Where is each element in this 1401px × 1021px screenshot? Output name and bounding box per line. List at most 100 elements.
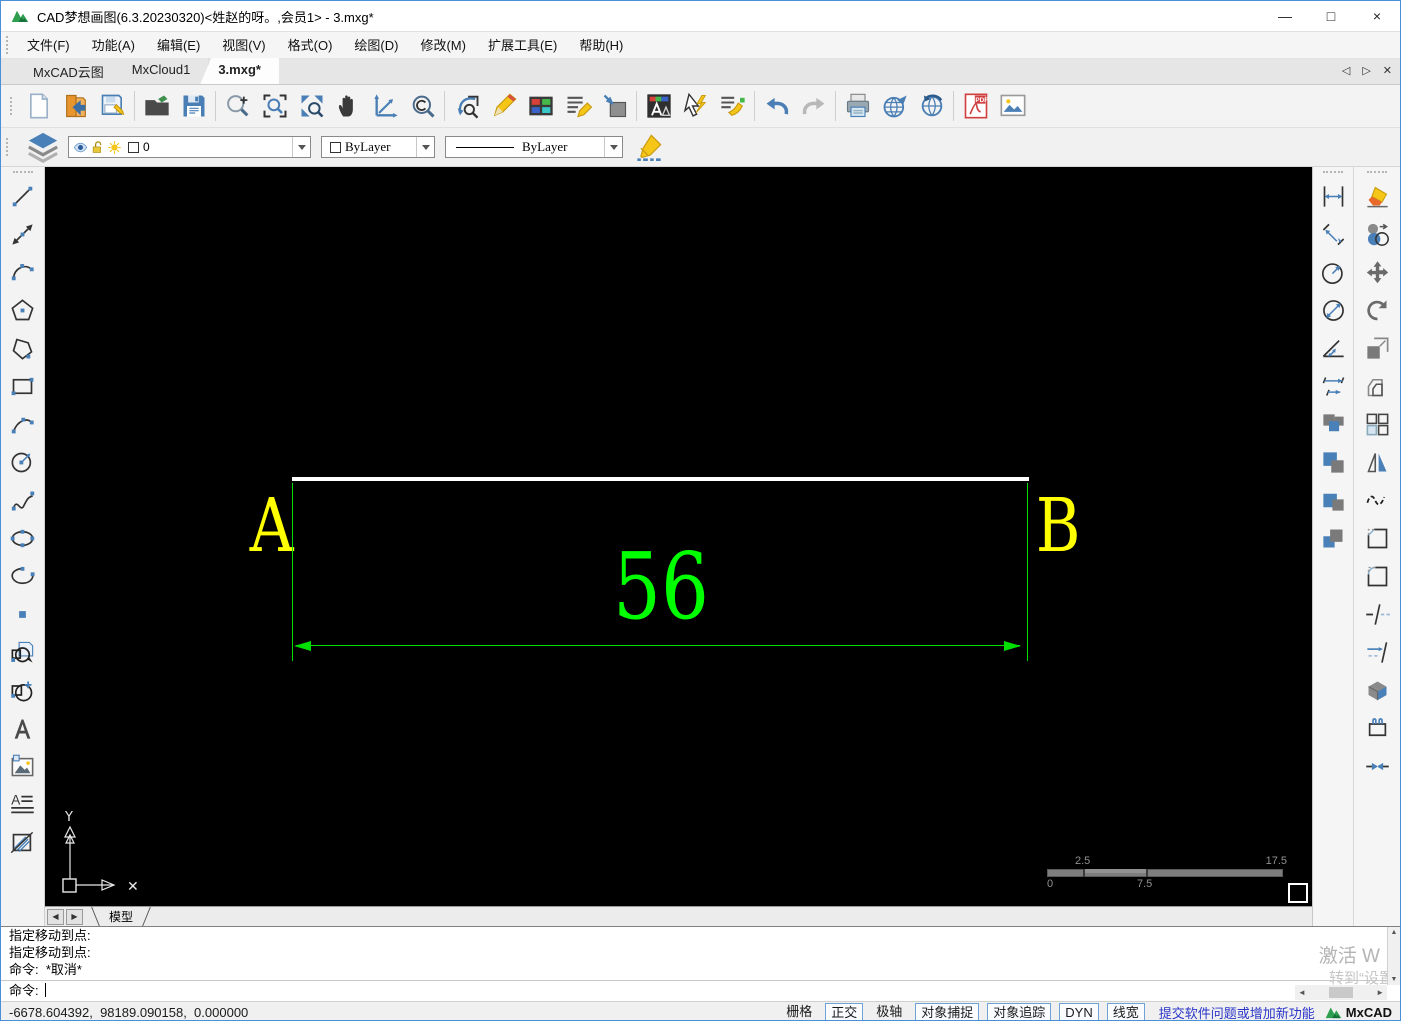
command-window[interactable]: 指定移动到点: 指定移动到点: 命令: *取消* 命令: 激活 W 转到“设置 ▲ ▼…	[1, 926, 1400, 1001]
close-button[interactable]: ×	[1354, 1, 1400, 31]
new-file-icon[interactable]	[20, 88, 57, 125]
status-toggle-线宽[interactable]: 线宽	[1106, 1003, 1145, 1020]
tab-close-icon[interactable]: ✕	[1383, 64, 1392, 77]
dimension-value-text[interactable]: 56	[571, 541, 751, 633]
text-style-icon[interactable]	[640, 88, 677, 125]
status-toggle-极轴[interactable]: 极轴	[871, 1003, 907, 1020]
minimize-button[interactable]: —	[1262, 1, 1308, 31]
move-icon[interactable]	[1358, 253, 1396, 291]
linetype-dropdown-arrow-icon[interactable]	[604, 137, 622, 157]
open-drawing-icon[interactable]	[57, 88, 94, 125]
web-publish-icon[interactable]	[876, 88, 913, 125]
draw-text-icon[interactable]	[3, 709, 43, 747]
menu-item[interactable]: 编辑(E)	[146, 34, 211, 57]
feedback-link[interactable]: 提交软件问题或增加新功能	[1159, 1003, 1315, 1021]
draw-arc3p-icon[interactable]	[3, 405, 43, 443]
save-as-icon[interactable]	[175, 88, 212, 125]
insert-block-icon[interactable]	[3, 633, 43, 671]
maximize-button[interactable]: □	[1308, 1, 1354, 31]
point-label-a[interactable]: A	[250, 489, 294, 563]
zoom-scale-icon[interactable]	[367, 88, 404, 125]
unlock-icon[interactable]	[90, 140, 105, 155]
redo-icon[interactable]	[795, 88, 832, 125]
draw-rectangle-icon[interactable]	[3, 367, 43, 405]
draw-ellipse-arc-icon[interactable]	[3, 557, 43, 595]
spline-edit-icon[interactable]	[1358, 481, 1396, 519]
tab-scroll-left-icon[interactable]: ◁	[1342, 64, 1350, 77]
dimension-line[interactable]	[296, 645, 1020, 646]
document-tab[interactable]: MxCAD云图	[15, 58, 122, 84]
match-properties-icon[interactable]	[714, 88, 751, 125]
insert-image-icon[interactable]	[994, 88, 1031, 125]
copy-icon[interactable]	[1358, 215, 1396, 253]
draw-xline-icon[interactable]	[3, 215, 43, 253]
model-next-icon[interactable]: ▶	[66, 908, 83, 925]
menu-item[interactable]: 帮助(H)	[568, 34, 634, 57]
dim-diameter-icon[interactable]	[1314, 291, 1352, 329]
pencil-edit-icon[interactable]	[485, 88, 522, 125]
command-prompt-line[interactable]: 命令:	[1, 981, 1400, 1000]
draw-hatch-icon[interactable]	[3, 823, 43, 861]
scale-icon[interactable]	[1358, 329, 1396, 367]
array-icon[interactable]	[1358, 405, 1396, 443]
status-toggle-栅格[interactable]: 栅格	[781, 1003, 817, 1020]
pencil-lineweight-icon[interactable]	[635, 133, 663, 162]
document-tab[interactable]: MxCloud1	[113, 58, 209, 84]
dim-aligned-icon[interactable]	[1314, 215, 1352, 253]
layer-dropdown-arrow-icon[interactable]	[292, 137, 310, 157]
layer-box-icon[interactable]	[596, 88, 633, 125]
draw-circle-icon[interactable]	[3, 443, 43, 481]
pan-icon[interactable]	[330, 88, 367, 125]
save-icon[interactable]	[94, 88, 131, 125]
menu-item[interactable]: 绘图(D)	[343, 34, 409, 57]
create-block-icon[interactable]	[3, 671, 43, 709]
drawn-line-ab[interactable]	[292, 477, 1029, 481]
draw-point-icon[interactable]	[3, 595, 43, 633]
tab-model[interactable]: 模型	[93, 907, 149, 926]
zoom-previous-icon[interactable]	[448, 88, 485, 125]
draw-spline-icon[interactable]	[3, 481, 43, 519]
drawing-canvas[interactable]: A B 56 Y ✕ 2.5 17.5 0 7.5	[45, 167, 1312, 906]
erase-icon[interactable]	[1358, 177, 1396, 215]
draw-ellipse-icon[interactable]	[3, 519, 43, 557]
attach-image-icon[interactable]	[3, 747, 43, 785]
color-combobox[interactable]: ByLayer	[321, 136, 435, 158]
dim-angular-icon[interactable]	[1314, 329, 1352, 367]
print-icon[interactable]	[839, 88, 876, 125]
model-prev-icon[interactable]: ◀	[47, 908, 64, 925]
fillet-icon[interactable]	[1358, 557, 1396, 595]
menu-item[interactable]: 格式(O)	[277, 34, 344, 57]
zoom-center-icon[interactable]	[404, 88, 441, 125]
stretch-icon[interactable]	[1358, 709, 1396, 747]
dim-baseline-icon[interactable]	[1314, 367, 1352, 405]
mirror-icon[interactable]	[1358, 443, 1396, 481]
command-vertical-scrollbar[interactable]: ▲ ▼	[1387, 927, 1400, 985]
menu-item[interactable]: 修改(M)	[409, 34, 477, 57]
draw-line-icon[interactable]	[3, 177, 43, 215]
chamfer-icon[interactable]	[1358, 519, 1396, 557]
zoom-dynamic-icon[interactable]	[219, 88, 256, 125]
rotate-icon[interactable]	[1358, 291, 1396, 329]
dimension-extension-line-right[interactable]	[1027, 483, 1028, 661]
zoom-extents-icon[interactable]	[293, 88, 330, 125]
text-edit-icon[interactable]	[559, 88, 596, 125]
color-palette-icon[interactable]	[522, 88, 559, 125]
command-horizontal-scrollbar[interactable]: ◄ ►	[1295, 985, 1387, 1000]
draworder-above-icon[interactable]	[1314, 481, 1352, 519]
sun-icon[interactable]	[107, 140, 122, 155]
draworder-below-icon[interactable]	[1314, 519, 1352, 557]
menu-item[interactable]: 视图(V)	[211, 34, 276, 57]
draw-arc-icon[interactable]	[3, 253, 43, 291]
linetype-combobox[interactable]: ByLayer	[445, 136, 623, 158]
menu-item[interactable]: 文件(F)	[16, 34, 81, 57]
document-tab[interactable]: 3.mxg*	[200, 58, 279, 84]
layer-combobox[interactable]: 0	[68, 136, 311, 158]
join-icon[interactable]	[1358, 747, 1396, 785]
menu-item[interactable]: 功能(A)	[81, 34, 146, 57]
color-dropdown-arrow-icon[interactable]	[416, 137, 434, 157]
trim-icon[interactable]	[1358, 633, 1396, 671]
status-toggle-DYN[interactable]: DYN	[1059, 1003, 1099, 1020]
point-label-b[interactable]: B	[1036, 489, 1081, 563]
undo-icon[interactable]	[758, 88, 795, 125]
offset-icon[interactable]	[1358, 367, 1396, 405]
